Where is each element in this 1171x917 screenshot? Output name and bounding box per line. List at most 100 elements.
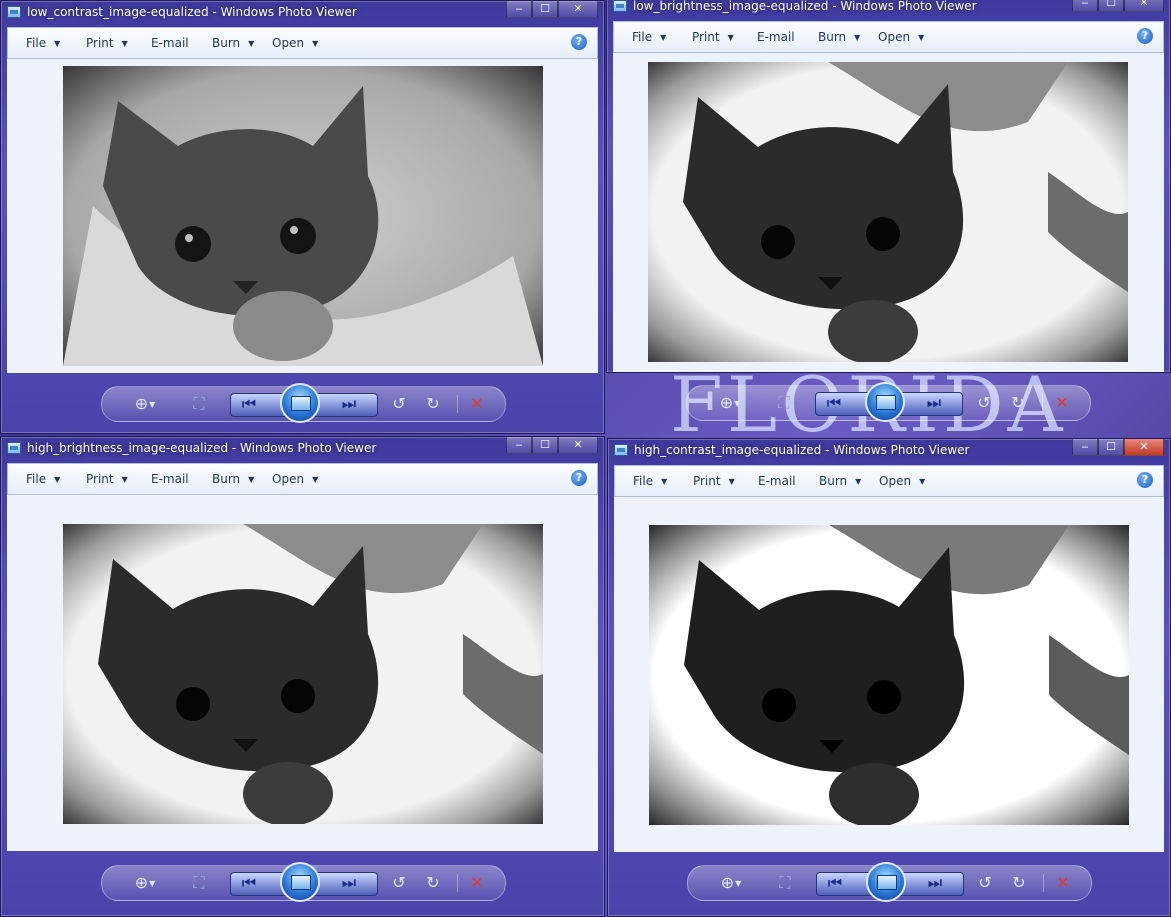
photo-viewer-app-icon xyxy=(613,0,627,12)
file-menu[interactable]: File ▼ xyxy=(26,472,60,486)
window-title: low_contrast_image-equalized - Windows P… xyxy=(27,5,357,19)
rotate-clockwise-icon[interactable]: ↻ xyxy=(422,393,444,415)
chevron-down-icon: ▼ xyxy=(728,477,735,486)
next-icon[interactable]: ⏭ xyxy=(923,392,945,414)
chevron-down-icon: ▼ xyxy=(312,475,319,484)
file-menu[interactable]: File ▼ xyxy=(633,474,667,488)
zoom-icon[interactable]: ⊕▼ xyxy=(128,393,162,415)
email-button[interactable]: E-mail xyxy=(151,472,189,486)
minimize-button[interactable]: ‒ xyxy=(1072,0,1098,12)
file-menu[interactable]: File ▼ xyxy=(632,30,666,44)
viewer-toolbar: ⊕▼ ⛶ ⏮ ⏭ ↺ ↻ ✕ xyxy=(101,383,506,423)
open-menu[interactable]: Open ▼ xyxy=(272,472,318,486)
help-icon[interactable]: ? xyxy=(1137,472,1153,488)
email-button[interactable]: E-mail xyxy=(151,36,189,50)
chevron-down-icon: ▼ xyxy=(918,33,925,42)
title-bar[interactable]: low_brightness_image-equalized - Windows… xyxy=(607,0,1170,19)
burn-menu[interactable]: Burn ▼ xyxy=(212,36,254,50)
previous-icon[interactable]: ⏮ xyxy=(238,393,260,415)
previous-icon[interactable]: ⏮ xyxy=(824,872,846,894)
zoom-icon[interactable]: ⊕▼ xyxy=(128,872,162,894)
actual-size-icon[interactable]: ⛶ xyxy=(188,872,210,894)
print-menu[interactable]: Print ▼ xyxy=(86,472,128,486)
chevron-down-icon: ▼ xyxy=(54,39,61,48)
minimize-button[interactable]: ‒ xyxy=(506,437,532,454)
next-icon[interactable]: ⏭ xyxy=(338,872,360,894)
close-button[interactable]: ✕ xyxy=(1124,439,1164,456)
photo-viewer-window: high_contrast_image-equalized - Windows … xyxy=(607,438,1171,917)
delete-icon[interactable]: ✕ xyxy=(466,872,488,894)
delete-icon[interactable]: ✕ xyxy=(466,393,488,415)
open-menu[interactable]: Open ▼ xyxy=(272,36,318,50)
viewer-toolbar: ⊕▼ ⛶ ⏮ ⏭ ↺ ↻ ✕ xyxy=(687,862,1092,902)
rotate-clockwise-icon[interactable]: ↻ xyxy=(1007,392,1029,414)
minimize-button[interactable]: ‒ xyxy=(506,1,532,18)
image-viewport xyxy=(7,495,598,851)
close-button[interactable]: ✕ xyxy=(558,1,598,18)
title-bar[interactable]: low_contrast_image-equalized - Windows P… xyxy=(1,1,604,25)
photo-viewer-app-icon xyxy=(7,442,21,454)
file-menu[interactable]: File ▼ xyxy=(26,36,60,50)
email-button[interactable]: E-mail xyxy=(757,30,795,44)
maximize-button[interactable]: ☐ xyxy=(532,1,558,18)
chevron-down-icon: ▼ xyxy=(248,475,255,484)
print-menu[interactable]: Print ▼ xyxy=(692,30,734,44)
rotate-counterclockwise-icon[interactable]: ↺ xyxy=(973,392,995,414)
close-button[interactable]: ✕ xyxy=(1124,0,1164,12)
chevron-down-icon: ▼ xyxy=(660,33,667,42)
delete-icon[interactable]: ✕ xyxy=(1052,872,1074,894)
slideshow-icon[interactable] xyxy=(865,382,905,422)
print-menu[interactable]: Print ▼ xyxy=(86,36,128,50)
rotate-counterclockwise-icon[interactable]: ↺ xyxy=(388,872,410,894)
slideshow-icon[interactable] xyxy=(280,862,320,902)
chevron-down-icon: ▼ xyxy=(661,477,668,486)
next-icon[interactable]: ⏭ xyxy=(924,872,946,894)
photo-viewer-app-icon xyxy=(614,444,628,456)
open-menu[interactable]: Open ▼ xyxy=(879,474,925,488)
minimize-button[interactable]: ‒ xyxy=(1072,439,1098,456)
viewer-toolbar: ⊕▼ ⛶ ⏮ ⏭ ↺ ↻ ✕ xyxy=(101,862,506,902)
help-icon[interactable]: ? xyxy=(1137,28,1153,44)
help-icon[interactable]: ? xyxy=(571,470,587,486)
rotate-counterclockwise-icon[interactable]: ↺ xyxy=(974,872,996,894)
open-menu[interactable]: Open ▼ xyxy=(878,30,924,44)
title-bar[interactable]: high_brightness_image-equalized - Window… xyxy=(1,437,604,461)
toolbar-divider xyxy=(1043,874,1044,892)
menu-bar: File ▼ Print ▼ E-mail Burn ▼ Open ▼ ? xyxy=(614,465,1164,497)
next-icon[interactable]: ⏭ xyxy=(338,393,360,415)
maximize-button[interactable]: ☐ xyxy=(1098,0,1124,12)
burn-menu[interactable]: Burn ▼ xyxy=(819,474,861,488)
burn-menu[interactable]: Burn ▼ xyxy=(818,30,860,44)
zoom-icon[interactable]: ⊕▼ xyxy=(713,392,747,414)
slideshow-icon[interactable] xyxy=(280,383,320,423)
rotate-clockwise-icon[interactable]: ↻ xyxy=(422,872,444,894)
slideshow-icon[interactable] xyxy=(866,862,906,902)
chevron-down-icon: ▼ xyxy=(919,477,926,486)
close-button[interactable]: ✕ xyxy=(558,437,598,454)
zoom-icon[interactable]: ⊕▼ xyxy=(714,872,748,894)
toolbar-divider xyxy=(457,874,458,892)
chevron-down-icon: ▼ xyxy=(248,39,255,48)
help-icon[interactable]: ? xyxy=(571,34,587,50)
chevron-down-icon: ▼ xyxy=(312,39,319,48)
actual-size-icon[interactable]: ⛶ xyxy=(773,392,795,414)
rotate-counterclockwise-icon[interactable]: ↺ xyxy=(388,393,410,415)
toolbar-divider xyxy=(457,395,458,413)
cat-photo xyxy=(648,62,1128,362)
previous-icon[interactable]: ⏮ xyxy=(823,392,845,414)
actual-size-icon[interactable]: ⛶ xyxy=(774,872,796,894)
previous-icon[interactable]: ⏮ xyxy=(238,872,260,894)
delete-icon[interactable]: ✕ xyxy=(1051,392,1073,414)
maximize-button[interactable]: ☐ xyxy=(1098,439,1124,456)
photo-viewer-app-icon xyxy=(7,6,21,18)
print-menu[interactable]: Print ▼ xyxy=(693,474,735,488)
chevron-down-icon: ▼ xyxy=(121,39,128,48)
chevron-down-icon: ▼ xyxy=(121,475,128,484)
title-bar[interactable]: high_contrast_image-equalized - Windows … xyxy=(608,439,1170,463)
menu-bar: File ▼ Print ▼ E-mail Burn ▼ Open ▼ ? xyxy=(7,463,598,495)
rotate-clockwise-icon[interactable]: ↻ xyxy=(1008,872,1030,894)
burn-menu[interactable]: Burn ▼ xyxy=(212,472,254,486)
maximize-button[interactable]: ☐ xyxy=(532,437,558,454)
actual-size-icon[interactable]: ⛶ xyxy=(188,393,210,415)
email-button[interactable]: E-mail xyxy=(758,474,796,488)
